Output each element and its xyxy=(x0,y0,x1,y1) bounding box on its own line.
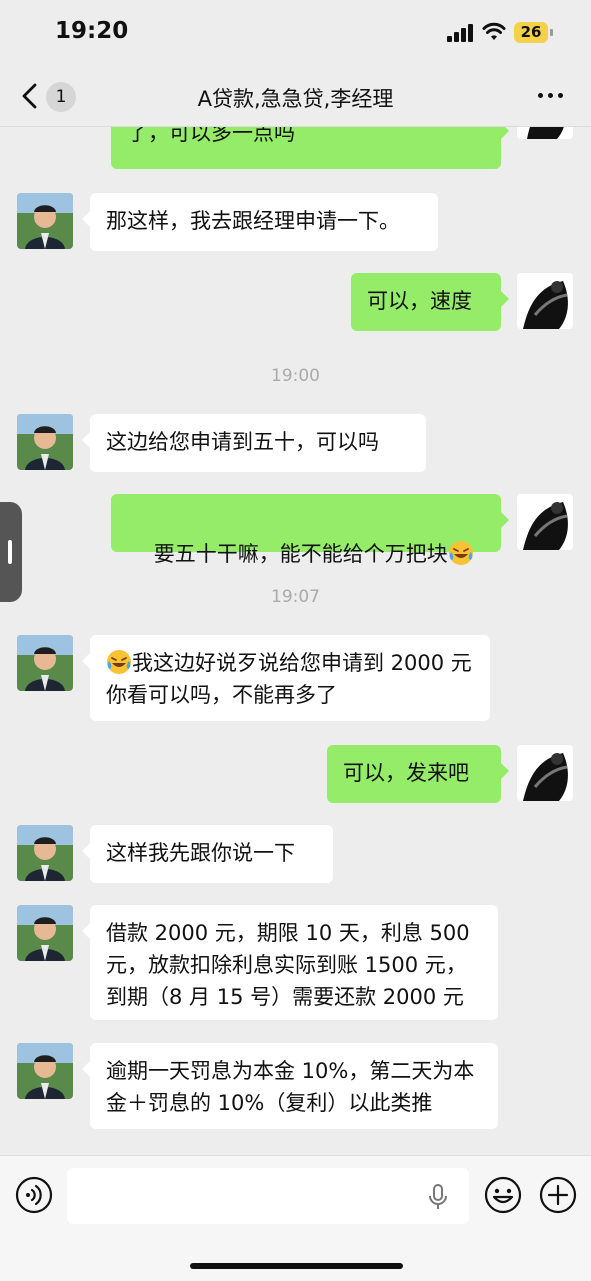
incoming-message[interactable]: 那这样，我去跟经理申请一下。 xyxy=(82,193,438,251)
contact-avatar[interactable] xyxy=(17,635,73,691)
status-time: 19:20 xyxy=(55,18,129,44)
wifi-icon xyxy=(482,22,506,40)
message-timestamp: 19:00 xyxy=(271,366,320,386)
contact-avatar[interactable] xyxy=(17,825,73,881)
plus-icon[interactable] xyxy=(539,1176,577,1214)
laughing-tears-emoji xyxy=(107,650,131,674)
chat-header: 1 A贷款,急急贷,李经理 xyxy=(0,66,591,127)
message-text: 要五十干嘛，能不能给个万把块 xyxy=(153,542,448,566)
contact-avatar[interactable] xyxy=(17,905,73,961)
message-timestamp: 19:07 xyxy=(271,587,320,607)
incoming-message[interactable]: 这样我先跟你说一下 xyxy=(82,825,333,883)
contact-avatar[interactable] xyxy=(17,1043,73,1099)
chevron-left-icon[interactable] xyxy=(18,82,42,110)
my-avatar[interactable] xyxy=(517,745,573,801)
signal-icon xyxy=(447,24,475,42)
chat-message-list[interactable]: 了，可以多一点吗 那这样，我去跟经理申请一下。 可以，速度 19:00 这边给您… xyxy=(0,127,591,1155)
outgoing-message[interactable]: 可以，速度 xyxy=(351,273,509,331)
outgoing-message[interactable]: 要五十干嘛，能不能给个万把块 xyxy=(111,494,509,566)
my-avatar[interactable] xyxy=(517,273,573,329)
incoming-message[interactable]: 借款 2000 元，期限 10 天，利息 500 元，放款扣除利息实际到账 15… xyxy=(82,905,498,1020)
incoming-message[interactable]: 逾期一天罚息为本金 10%，第二天为本金＋罚息的 10%（复利）以此类推 xyxy=(82,1043,498,1129)
status-bar: 19:20 26 xyxy=(0,0,591,66)
voice-icon[interactable] xyxy=(15,1176,53,1214)
smiley-icon[interactable] xyxy=(484,1176,522,1214)
mic-icon[interactable] xyxy=(428,1184,448,1210)
outgoing-message[interactable]: 可以，发来吧 xyxy=(327,745,509,803)
battery-indicator: 26 xyxy=(514,22,548,43)
contact-avatar[interactable] xyxy=(17,414,73,470)
message-text: 我这边好说歹说给您申请到 2000 元你看可以吗，不能再多了 xyxy=(106,651,472,707)
outgoing-message[interactable]: 了，可以多一点吗 xyxy=(111,127,509,169)
unread-count-badge[interactable]: 1 xyxy=(46,82,76,112)
incoming-message[interactable]: 我这边好说歹说给您申请到 2000 元你看可以吗，不能再多了 xyxy=(82,635,490,721)
battery-tip xyxy=(550,29,553,36)
home-indicator[interactable] xyxy=(190,1263,403,1269)
contact-avatar[interactable] xyxy=(17,193,73,249)
incoming-message[interactable]: 这边给您申请到五十，可以吗 xyxy=(82,414,426,472)
floating-window-handle[interactable] xyxy=(0,502,22,602)
chat-title: A贷款,急急贷,李经理 xyxy=(197,87,394,111)
my-avatar[interactable] xyxy=(517,127,573,139)
more-dots-icon[interactable] xyxy=(538,93,568,99)
my-avatar[interactable] xyxy=(517,494,573,550)
laughing-tears-emoji xyxy=(448,541,473,565)
message-input[interactable] xyxy=(67,1168,469,1224)
